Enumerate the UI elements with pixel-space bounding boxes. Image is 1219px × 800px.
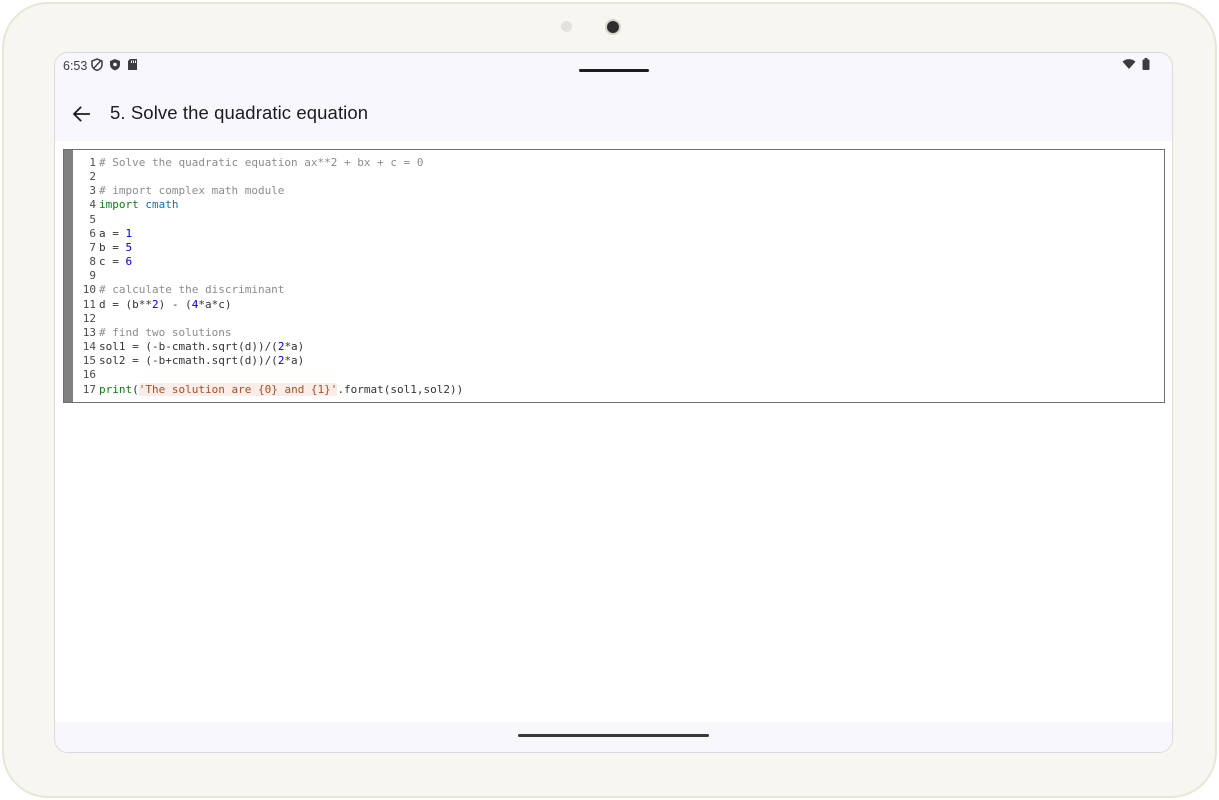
wifi-icon: [1122, 59, 1136, 69]
line-number: 3: [89, 184, 96, 198]
code-text: # import complex math module: [99, 184, 284, 198]
code-text: # find two solutions: [99, 326, 231, 340]
line-number: 2: [89, 170, 96, 184]
code-text: b = 5: [99, 241, 132, 255]
line-number: 10: [82, 283, 96, 297]
code-token: print: [99, 382, 133, 396]
code-token: import: [99, 198, 139, 212]
code-token: sol2 = (-b+cmath.sqrt(d))/(: [99, 354, 278, 368]
code-token: (: [132, 382, 139, 396]
code-token: # import complex math module: [99, 184, 285, 198]
navigation-bar: [55, 722, 1172, 752]
code-line: 9: [73, 269, 1164, 283]
code-token: *a): [284, 354, 305, 368]
code-token: d = (b**: [99, 297, 152, 311]
code-line: 4 import cmath: [73, 198, 1164, 212]
code-text: c = 6: [99, 255, 132, 269]
code-token: # Solve the quadratic equation ax**2 + b…: [99, 156, 424, 169]
code-line: 13 # find two solutions: [73, 326, 1164, 340]
privacy-shield-icon: [110, 59, 120, 71]
line-number: 11: [82, 297, 96, 311]
code-token: .format(sol1,sol2)): [337, 382, 464, 396]
code-line: 7b = 5: [73, 241, 1164, 255]
code-token: # find two solutions: [99, 325, 232, 339]
code-text: a = 1: [99, 227, 132, 241]
line-number: 6: [89, 226, 96, 240]
code-token: sol1 = (-b-cmath.sqrt(d))/(: [99, 340, 278, 354]
code-token: ) - (: [158, 297, 192, 311]
camera-cutout-bar: [579, 69, 649, 72]
code-line: 11 d = (b**2) - (4*a*c): [73, 298, 1164, 312]
code-viewer[interactable]: 1 # Solve the quadratic equation ax**2 + …: [63, 149, 1165, 403]
line-number: 1: [89, 156, 96, 169]
line-number: 16: [82, 368, 96, 382]
app-bar: 5. Solve the quadratic equation: [55, 87, 1172, 141]
code-line: 17 print('The solution are {0} and {1}'.f…: [73, 382, 1164, 397]
code-lines: 1 # Solve the quadratic equation ax**2 + …: [73, 156, 1164, 397]
front-camera: [605, 19, 621, 35]
light-sensor: [561, 21, 572, 32]
code-text: sol2 = (-b+cmath.sqrt(d))/(2*a): [99, 354, 304, 368]
code-line: 8c = 6: [73, 255, 1164, 269]
code-token: 6: [125, 255, 133, 269]
line-number: 13: [82, 325, 96, 339]
code-line: 2: [73, 170, 1164, 184]
line-number: 17: [82, 382, 96, 396]
code-gutter-stripe: [64, 150, 73, 402]
code-token: a =: [99, 226, 126, 240]
code-token: *a): [284, 340, 305, 354]
code-line: 15 sol2 = (-b+cmath.sqrt(d))/(2*a): [73, 354, 1164, 368]
code-text: sol1 = (-b-cmath.sqrt(d))/(2*a): [99, 340, 304, 354]
code-text: # Solve the quadratic equation ax**2 + b…: [99, 156, 424, 170]
back-button[interactable]: [67, 100, 95, 128]
code-token: b =: [99, 240, 126, 254]
code-line: 5: [73, 213, 1164, 227]
status-time: 6:53: [63, 59, 88, 73]
page-title: 5. Solve the quadratic equation: [110, 102, 369, 123]
code-text: # calculate the discriminant: [99, 283, 284, 297]
code-text: d = (b**2) - (4*a*c): [99, 298, 231, 312]
code-token: cmath: [145, 198, 179, 212]
code-line: 1 # Solve the quadratic equation ax**2 + …: [73, 156, 1164, 170]
status-right-icons: [1122, 58, 1150, 70]
line-number: 5: [89, 212, 96, 226]
vpn-shield-icon: [91, 58, 103, 71]
code-line: 6a = 1: [73, 227, 1164, 241]
code-token: 5: [125, 240, 133, 254]
line-number: 12: [82, 311, 96, 325]
status-left-icons: [91, 58, 138, 71]
tablet-frame: 6:53 5. Solve the quadratic equation 1 #…: [2, 2, 1217, 798]
code-token: c =: [99, 255, 126, 269]
code-token: 'The solution are {0} and {1}': [138, 382, 338, 396]
status-bar: 6:53: [55, 53, 1172, 87]
line-number: 15: [82, 354, 96, 368]
line-number: 7: [89, 240, 96, 254]
code-line: 10 # calculate the discriminant: [73, 283, 1164, 297]
home-indicator[interactable]: [518, 734, 709, 737]
code-text: print('The solution are {0} and {1}'.for…: [99, 382, 464, 397]
code-text: import cmath: [99, 198, 179, 212]
code-token: 2: [151, 297, 159, 311]
code-line: 3 # import complex math module: [73, 184, 1164, 198]
line-number: 14: [82, 340, 96, 354]
line-number: 4: [89, 198, 96, 212]
code-line: 12: [73, 312, 1164, 326]
screen: 6:53 5. Solve the quadratic equation 1 #…: [54, 52, 1173, 753]
code-token: # calculate the discriminant: [99, 283, 285, 297]
battery-icon: [1142, 58, 1150, 70]
code-token: 1: [125, 226, 133, 240]
line-number: 8: [89, 255, 96, 269]
code-line: 14 sol1 = (-b-cmath.sqrt(d))/(2*a): [73, 340, 1164, 354]
arrow-left-icon: [72, 106, 90, 122]
line-number: 9: [89, 269, 96, 283]
sd-card-icon: [128, 59, 137, 70]
code-token: *a*c): [198, 297, 232, 311]
code-line: 16: [73, 368, 1164, 382]
